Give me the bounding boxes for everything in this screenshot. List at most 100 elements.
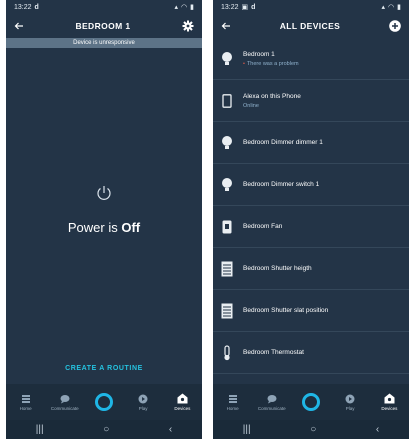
plus-icon — [389, 20, 401, 32]
shutter-icon — [219, 259, 235, 279]
status-bar: 13:22 ▣ d ▴ ◠ ▮ — [213, 0, 409, 14]
device-name: Bedroom Shutter slat position — [243, 307, 329, 314]
nav-devices-label: Devices — [381, 406, 398, 411]
home-icon — [21, 394, 30, 403]
device-row[interactable]: Bedroom Dimmer dimmer 1 — [213, 122, 409, 164]
home-circle-icon[interactable]: ○ — [103, 424, 109, 435]
device-row[interactable]: Bedroom Thermostat — [213, 332, 409, 374]
system-nav: ||| ○ ‹ — [6, 420, 202, 439]
image-notification-icon: ▣ — [241, 4, 249, 11]
status-bar: 13:22 d ▴ ◠ ▮ — [6, 0, 202, 14]
device-row[interactable]: Bedroom Dimmer switch 1 — [213, 164, 409, 206]
problem-dot-icon: • — [243, 60, 245, 67]
power-section: Power is Off — [6, 178, 202, 235]
alexa-icon — [94, 393, 113, 411]
add-device-button[interactable] — [389, 20, 401, 32]
nav-communicate[interactable]: Communicate — [47, 394, 83, 411]
phone-icon — [219, 91, 235, 111]
app-bar: BEDROOM 1 — [6, 14, 202, 38]
nav-devices[interactable]: Devices — [164, 393, 200, 411]
back-arrow-icon[interactable] — [221, 21, 231, 31]
nav-play-label: Play — [345, 405, 355, 411]
wifi-icon: ◠ — [181, 4, 188, 11]
signal-icon: ▴ — [174, 4, 179, 11]
nav-communicate-label: Communicate — [50, 405, 79, 411]
nav-communicate-label: Communicate — [257, 405, 286, 411]
status-time: 13:22 — [221, 3, 239, 11]
nav-home[interactable]: Home — [8, 394, 44, 411]
device-status: • There was a problem — [243, 61, 299, 67]
nav-home[interactable]: Home — [215, 394, 251, 411]
status-icons: ▴ ◠ ▮ — [382, 3, 401, 11]
nav-play-label: Play — [138, 405, 148, 411]
play-icon — [345, 394, 355, 403]
nav-devices[interactable]: Devices — [371, 393, 407, 411]
shutter-icon — [219, 301, 235, 321]
status-time: 13:22 — [14, 3, 32, 11]
nav-communicate[interactable]: Communicate — [254, 394, 290, 411]
nav-play[interactable]: Play — [332, 394, 368, 411]
nav-devices-label: Devices — [174, 406, 191, 411]
power-status-prefix: Power is — [67, 220, 122, 235]
device-list: Bedroom 1 • There was a problem Alexa on … — [213, 38, 409, 374]
back-chevron-icon[interactable]: ‹ — [169, 424, 172, 435]
play-icon — [138, 394, 148, 403]
home-circle-icon[interactable]: ○ — [310, 424, 316, 435]
all-devices-screen: 13:22 ▣ d ▴ ◠ ▮ ALL DEVICES Bedroom 1 • … — [213, 0, 409, 439]
back-arrow-icon[interactable] — [14, 21, 24, 31]
bedroom-device-screen: 13:22 d ▴ ◠ ▮ BEDROOM 1 Device is unresp… — [6, 0, 202, 439]
device-row[interactable]: Bedroom Shutter slat position — [213, 290, 409, 332]
device-name: Bedroom Thermostat — [243, 349, 304, 356]
devices-icon — [177, 393, 188, 404]
battery-icon: ▮ — [397, 4, 401, 11]
chat-icon — [60, 394, 70, 403]
bulb-icon — [219, 49, 235, 69]
status-app-letter: d — [251, 3, 256, 11]
battery-icon: ▮ — [190, 4, 194, 11]
nav-alexa[interactable] — [86, 393, 122, 411]
app-bar: ALL DEVICES — [213, 14, 409, 38]
chat-icon — [267, 394, 277, 403]
power-state: Off — [121, 220, 141, 235]
page-title: BEDROOM 1 — [75, 21, 131, 31]
recents-icon[interactable]: ||| — [243, 424, 251, 435]
device-row[interactable]: Bedroom Fan — [213, 206, 409, 248]
status-app-letter: d — [34, 3, 39, 11]
device-status: Online — [243, 102, 259, 109]
bottom-nav: Home Communicate Play Devices — [213, 384, 409, 420]
wifi-icon: ◠ — [388, 4, 395, 11]
system-nav: ||| ○ ‹ — [213, 420, 409, 439]
create-routine-link[interactable]: CREATE A ROUTINE — [6, 365, 202, 372]
back-chevron-icon[interactable]: ‹ — [376, 424, 379, 435]
gear-icon[interactable] — [182, 20, 194, 32]
device-row[interactable]: Alexa on this Phone Online — [213, 80, 409, 122]
thermometer-icon — [219, 343, 235, 363]
nav-home-label: Home — [226, 405, 239, 411]
device-name: Bedroom Dimmer switch 1 — [243, 181, 320, 188]
device-name: Alexa on this Phone — [243, 92, 301, 100]
home-icon — [228, 394, 237, 403]
devices-icon — [384, 393, 395, 404]
power-button[interactable] — [89, 178, 119, 208]
bottom-nav: Home Communicate Play Devices — [6, 384, 202, 420]
device-row[interactable]: Bedroom 1 • There was a problem — [213, 38, 409, 80]
bulb-icon — [219, 175, 235, 195]
recents-icon[interactable]: ||| — [36, 424, 44, 435]
device-name: Bedroom Dimmer dimmer 1 — [243, 139, 323, 146]
page-title: ALL DEVICES — [279, 21, 341, 31]
unresponsive-banner: Device is unresponsive — [6, 38, 202, 48]
device-name: Bedroom Shutter heigth — [243, 265, 312, 272]
nav-home-label: Home — [19, 405, 32, 411]
bulb-icon — [219, 133, 235, 153]
device-status-text: There was a problem — [246, 60, 299, 67]
power-icon — [97, 186, 111, 200]
device-row[interactable]: Bedroom Shutter heigth — [213, 248, 409, 290]
device-name: Bedroom 1 — [243, 50, 275, 58]
nav-play[interactable]: Play — [125, 394, 161, 411]
power-status: Power is Off — [68, 220, 140, 235]
plug-icon — [219, 217, 235, 237]
alexa-icon — [301, 393, 320, 411]
signal-icon: ▴ — [381, 4, 386, 11]
nav-alexa[interactable] — [293, 393, 329, 411]
status-icons: ▴ ◠ ▮ — [175, 3, 194, 11]
